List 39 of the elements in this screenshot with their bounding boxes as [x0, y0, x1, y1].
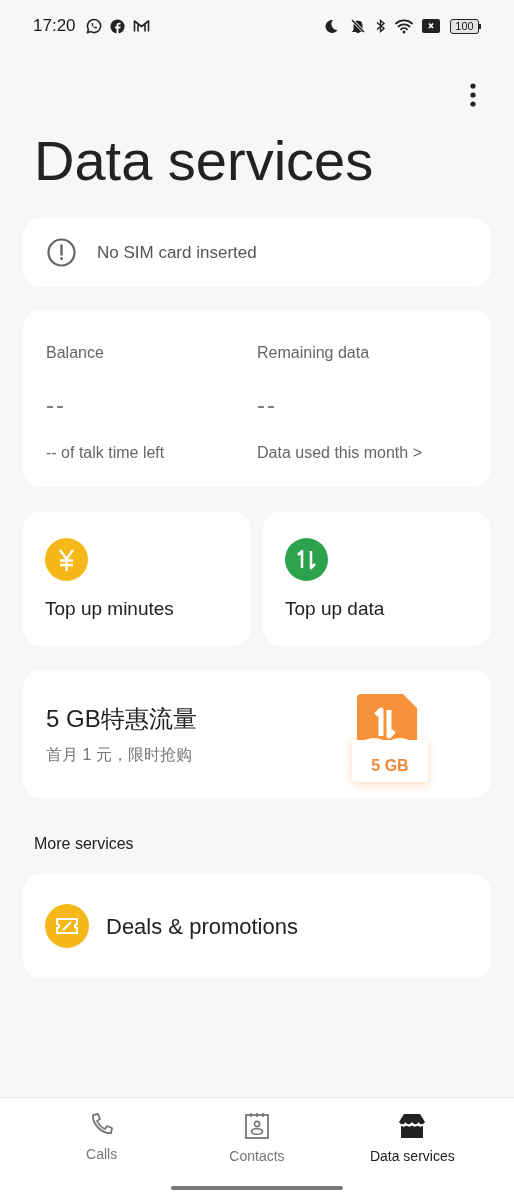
- f-icon: [109, 18, 125, 34]
- badge-text: 5 GB: [371, 756, 409, 776]
- page-title: Data services: [33, 129, 375, 193]
- top-up-card[interactable]: Top up minutes: [23, 512, 251, 646]
- service-label: Deals & promotions: [106, 912, 298, 941]
- nav-tab[interactable]: Data services: [334, 1112, 490, 1200]
- no-sim-icon: [422, 19, 440, 33]
- nav-tab[interactable]: Contacts: [179, 1112, 335, 1200]
- summary-link[interactable]: Data used this month >: [257, 441, 468, 465]
- top-up-label: Top up minutes: [45, 597, 175, 621]
- top-up-card[interactable]: Top up data: [263, 512, 491, 646]
- more-options-icon[interactable]: [470, 83, 476, 107]
- wifi-icon: [395, 18, 415, 34]
- chat-icon: [85, 18, 102, 34]
- contacts-icon: [244, 1112, 270, 1140]
- summary-footer: -- of talk time left: [46, 441, 257, 465]
- store-icon: [398, 1112, 427, 1140]
- muted-bell-icon: [350, 18, 366, 34]
- section-title: More services: [33, 834, 135, 854]
- promo-card[interactable]: 5 GB特惠流量 首月 1 元，限时抢购 5 GB: [23, 670, 491, 798]
- promo-title: 5 GB特惠流量: [46, 704, 198, 734]
- summary-value: --: [46, 390, 67, 420]
- mail-icon: [132, 19, 150, 33]
- ticket-icon: [45, 904, 89, 948]
- top-up-label: Top up data: [285, 597, 386, 621]
- moon-icon: [324, 18, 338, 34]
- exclamation-circle-icon: [47, 238, 76, 267]
- promo-subtitle: 首月 1 元，限时抢购: [46, 745, 193, 765]
- battery-level: 100: [450, 18, 479, 34]
- bluetooth-icon: [376, 18, 386, 34]
- nav-tab[interactable]: Calls: [24, 1112, 180, 1200]
- up-down-arrows-icon: [285, 538, 328, 581]
- sim-notice-text: No SIM card inserted: [97, 241, 257, 264]
- status-time: 17:20: [33, 15, 76, 38]
- service-item[interactable]: Deals & promotions: [23, 874, 491, 978]
- summary-value: --: [257, 390, 278, 420]
- summary-label: Remaining data: [257, 343, 371, 363]
- yuan-icon: [45, 538, 88, 581]
- summary-label: Balance: [46, 343, 105, 363]
